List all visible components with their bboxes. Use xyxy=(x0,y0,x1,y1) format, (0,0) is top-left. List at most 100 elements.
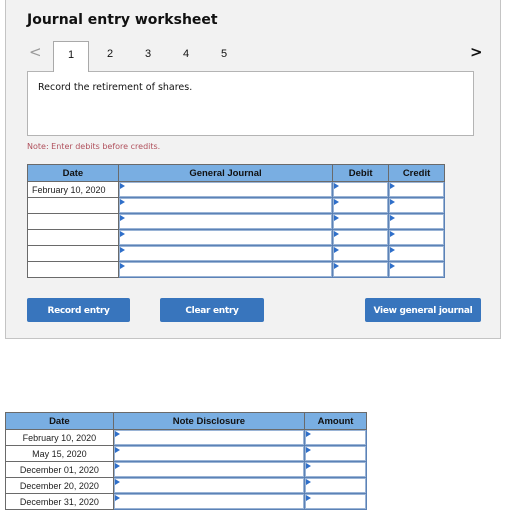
credit-cell[interactable] xyxy=(388,213,445,230)
amount-cell[interactable] xyxy=(304,461,367,478)
account-cell[interactable] xyxy=(117,181,334,198)
credit-cell[interactable] xyxy=(388,181,445,198)
journal-date-cell xyxy=(27,261,119,278)
disclosure-row: February 10, 2020 xyxy=(5,429,367,446)
instruction-text: Record the retirement of shares. xyxy=(38,82,193,93)
debit-credit-note: Note: Enter debits before credits. xyxy=(27,142,161,151)
tab-5[interactable]: 5 xyxy=(206,41,242,71)
account-input[interactable] xyxy=(119,199,332,212)
note-disclosure-cell[interactable] xyxy=(112,445,306,462)
journal-date-cell xyxy=(27,197,119,214)
note-disclosure-table: Date Note Disclosure Amount February 10,… xyxy=(5,412,367,510)
account-cell[interactable] xyxy=(117,197,334,214)
journal-row xyxy=(27,261,445,278)
account-cell[interactable] xyxy=(117,245,334,262)
column-header-date: Date xyxy=(27,164,119,182)
column-header-note-disclosure: Note Disclosure xyxy=(112,412,306,430)
journal-row xyxy=(27,229,445,246)
journal-row xyxy=(27,197,445,214)
chevron-right-icon[interactable]: > xyxy=(470,44,483,60)
debit-input[interactable] xyxy=(334,247,388,260)
disclosure-date-cell: December 01, 2020 xyxy=(5,461,114,478)
amount-input[interactable] xyxy=(306,431,365,444)
journal-row: February 10, 2020 xyxy=(27,181,445,198)
journal-header-row: Date General Journal Debit Credit xyxy=(27,164,445,182)
journal-entry-table: Date General Journal Debit Credit Februa… xyxy=(27,164,445,278)
column-header-debit: Debit xyxy=(332,164,390,182)
credit-input[interactable] xyxy=(390,199,443,212)
disclosure-date-cell: February 10, 2020 xyxy=(5,429,114,446)
journal-row xyxy=(27,213,445,230)
account-cell[interactable] xyxy=(117,261,334,278)
account-input[interactable] xyxy=(119,231,332,244)
debit-input[interactable] xyxy=(334,183,388,196)
account-cell[interactable] xyxy=(117,213,334,230)
tab-4[interactable]: 4 xyxy=(168,41,204,71)
amount-cell[interactable] xyxy=(304,477,367,494)
view-general-journal-button[interactable]: View general journal xyxy=(365,298,481,322)
debit-input[interactable] xyxy=(334,263,388,276)
credit-input[interactable] xyxy=(390,263,443,276)
amount-cell[interactable] xyxy=(304,445,367,462)
amount-cell[interactable] xyxy=(304,493,367,510)
note-disclosure-input[interactable] xyxy=(114,447,304,460)
account-input[interactable] xyxy=(119,247,332,260)
amount-input[interactable] xyxy=(306,447,365,460)
record-entry-button[interactable]: Record entry xyxy=(27,298,130,322)
tab-3[interactable]: 3 xyxy=(130,41,166,71)
journal-date-cell xyxy=(27,229,119,246)
credit-input[interactable] xyxy=(390,215,443,228)
debit-input[interactable] xyxy=(334,199,388,212)
debit-cell[interactable] xyxy=(332,197,390,214)
instruction-box: Record the retirement of shares. xyxy=(27,71,474,136)
tab-2[interactable]: 2 xyxy=(92,41,128,71)
journal-row xyxy=(27,245,445,262)
account-cell[interactable] xyxy=(117,229,334,246)
chevron-left-icon[interactable]: < xyxy=(29,44,42,60)
clear-entry-button[interactable]: Clear entry xyxy=(160,298,264,322)
credit-cell[interactable] xyxy=(388,261,445,278)
worksheet-title: Journal entry worksheet xyxy=(27,12,218,28)
account-input[interactable] xyxy=(119,263,332,276)
disclosure-date-cell: December 20, 2020 xyxy=(5,477,114,494)
note-disclosure-cell[interactable] xyxy=(112,461,306,478)
disclosure-row: December 31, 2020 xyxy=(5,493,367,510)
credit-input[interactable] xyxy=(390,183,443,196)
column-header-amount: Amount xyxy=(304,412,367,430)
credit-cell[interactable] xyxy=(388,229,445,246)
note-disclosure-cell[interactable] xyxy=(112,477,306,494)
debit-cell[interactable] xyxy=(332,213,390,230)
debit-cell[interactable] xyxy=(332,229,390,246)
debit-cell[interactable] xyxy=(332,261,390,278)
journal-date-cell xyxy=(27,245,119,262)
credit-input[interactable] xyxy=(390,231,443,244)
note-disclosure-cell[interactable] xyxy=(112,493,306,510)
amount-input[interactable] xyxy=(306,495,365,508)
account-input[interactable] xyxy=(119,215,332,228)
debit-cell[interactable] xyxy=(332,245,390,262)
disclosure-row: May 15, 2020 xyxy=(5,445,367,462)
journal-date-cell xyxy=(27,213,119,230)
amount-cell[interactable] xyxy=(304,429,367,446)
column-header-credit: Credit xyxy=(388,164,445,182)
account-input[interactable] xyxy=(119,183,332,196)
disclosure-header-row: Date Note Disclosure Amount xyxy=(5,412,367,430)
credit-cell[interactable] xyxy=(388,197,445,214)
debit-input[interactable] xyxy=(334,231,388,244)
amount-input[interactable] xyxy=(306,479,365,492)
debit-input[interactable] xyxy=(334,215,388,228)
credit-input[interactable] xyxy=(390,247,443,260)
journal-date-cell: February 10, 2020 xyxy=(27,181,119,198)
column-header-general-journal: General Journal xyxy=(117,164,334,182)
tab-1[interactable]: 1 xyxy=(53,41,89,72)
note-disclosure-input[interactable] xyxy=(114,495,304,508)
note-disclosure-input[interactable] xyxy=(114,463,304,476)
note-disclosure-input[interactable] xyxy=(114,431,304,444)
debit-cell[interactable] xyxy=(332,181,390,198)
disclosure-date-cell: May 15, 2020 xyxy=(5,445,114,462)
note-disclosure-cell[interactable] xyxy=(112,429,306,446)
credit-cell[interactable] xyxy=(388,245,445,262)
disclosure-date-cell: December 31, 2020 xyxy=(5,493,114,510)
amount-input[interactable] xyxy=(306,463,365,476)
note-disclosure-input[interactable] xyxy=(114,479,304,492)
